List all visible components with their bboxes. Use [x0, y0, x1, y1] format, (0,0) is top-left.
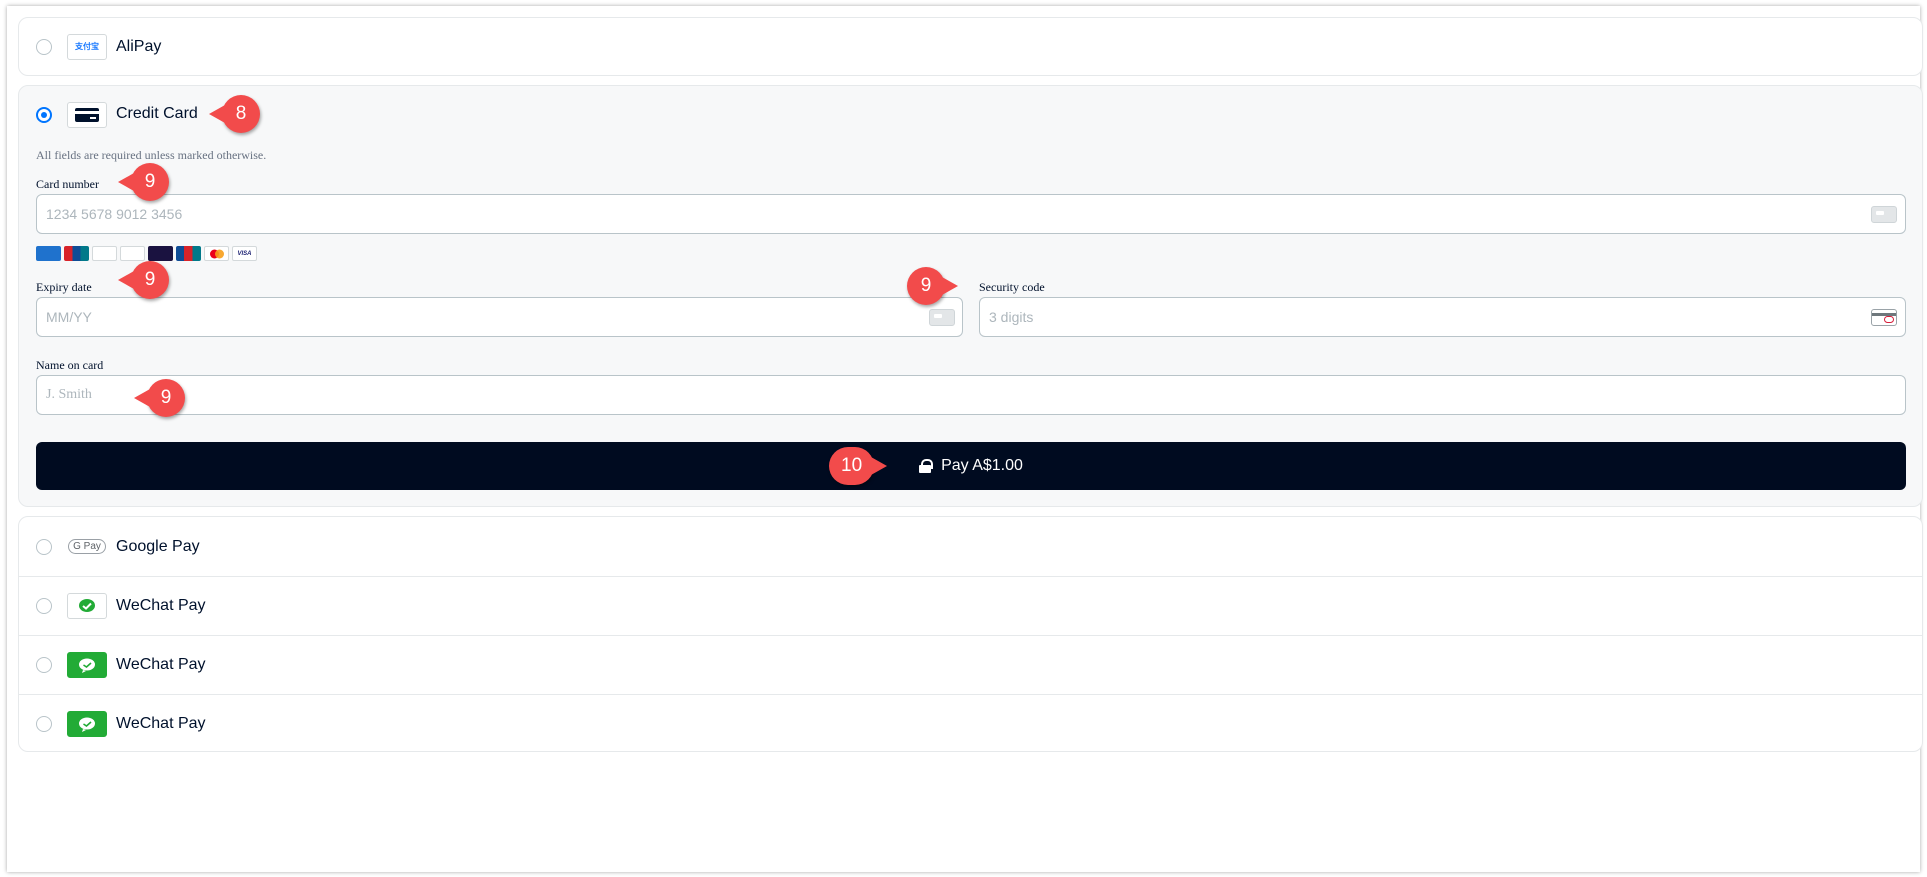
cvc-card-icon — [1871, 309, 1897, 326]
name-on-card-label: Name on card — [36, 358, 104, 372]
annotation-badge-name-on-card: 9 — [147, 379, 185, 417]
visa-icon: VISA — [232, 246, 257, 261]
alipay-logo-icon: 支付宝 — [67, 33, 107, 60]
security-code-input[interactable] — [979, 297, 1906, 337]
payment-option-credit-card[interactable]: Credit Card All fields are required unle… — [18, 85, 1923, 507]
name-on-card-input[interactable] — [36, 375, 1906, 415]
annotation-badge-card-number: 9 — [131, 163, 169, 201]
google-pay-logo-icon: G Pay — [67, 533, 107, 560]
wechat-pay-1-label: WeChat Pay — [116, 597, 206, 614]
credit-card-label: Credit Card — [116, 105, 198, 122]
discover-icon — [120, 246, 145, 261]
payment-option-alipay[interactable]: 支付宝 AliPay — [18, 17, 1923, 76]
required-fields-note: All fields are required unless marked ot… — [36, 148, 267, 162]
alipay-radio[interactable] — [36, 38, 52, 55]
unionpay-icon — [64, 246, 89, 261]
payment-option-google-pay[interactable]: G Pay Google Pay — [19, 517, 1922, 576]
other-payment-options: G Pay Google Pay WeChat Pay WeChat Pay W… — [18, 516, 1923, 752]
annotation-badge-pay-button: 10 — [829, 447, 875, 485]
diners-icon — [92, 246, 117, 261]
payment-option-wechat-pay-2[interactable]: WeChat Pay — [19, 635, 1922, 694]
security-code-label: Security code — [979, 280, 1045, 294]
checkout-frame: 支付宝 AliPay Credit Card All fields are re… — [7, 6, 1923, 872]
credit-card-radio[interactable] — [36, 107, 52, 123]
wechat-logo-icon — [67, 711, 107, 737]
jcb-icon — [176, 246, 201, 261]
expiry-card-icon — [929, 309, 955, 326]
card-generic-icon — [1871, 206, 1897, 223]
wechat-pay-3-radio[interactable] — [36, 716, 52, 732]
google-pay-label: Google Pay — [116, 537, 200, 555]
payment-option-wechat-pay-1[interactable]: WeChat Pay — [19, 576, 1922, 635]
pay-button-label: Pay A$1.00 — [941, 457, 1023, 474]
payment-option-wechat-pay-3[interactable]: WeChat Pay — [19, 694, 1922, 753]
wechat-logo-icon — [67, 652, 107, 678]
alipay-logo-text: 支付宝 — [75, 42, 99, 51]
wechat-pay-3-label: WeChat Pay — [116, 715, 206, 732]
card-number-label: Card number — [36, 177, 99, 191]
wechat-pay-1-radio[interactable] — [36, 598, 52, 614]
google-pay-logo-text: G Pay — [68, 539, 106, 554]
credit-card-header[interactable]: Credit Card — [19, 86, 1922, 144]
annotation-badge-credit-card: 8 — [222, 95, 260, 133]
expiry-input[interactable] — [36, 297, 963, 337]
lock-icon — [919, 459, 934, 473]
google-pay-radio[interactable] — [36, 538, 52, 555]
pay-button[interactable]: Pay A$1.00 — [36, 442, 1906, 490]
elo-icon — [148, 246, 173, 261]
credit-card-logo-icon — [67, 102, 107, 128]
alipay-label: AliPay — [116, 37, 162, 55]
expiry-label: Expiry date — [36, 280, 92, 294]
annotation-badge-expiry: 9 — [131, 261, 169, 299]
annotation-badge-security-code: 9 — [907, 267, 945, 305]
card-brands: VISA — [36, 246, 257, 261]
wechat-logo-icon — [67, 593, 107, 619]
amex-icon — [36, 246, 61, 261]
wechat-pay-2-radio[interactable] — [36, 657, 52, 673]
mastercard-icon — [204, 246, 229, 261]
card-number-input[interactable] — [36, 194, 1906, 234]
wechat-pay-2-label: WeChat Pay — [116, 656, 206, 673]
